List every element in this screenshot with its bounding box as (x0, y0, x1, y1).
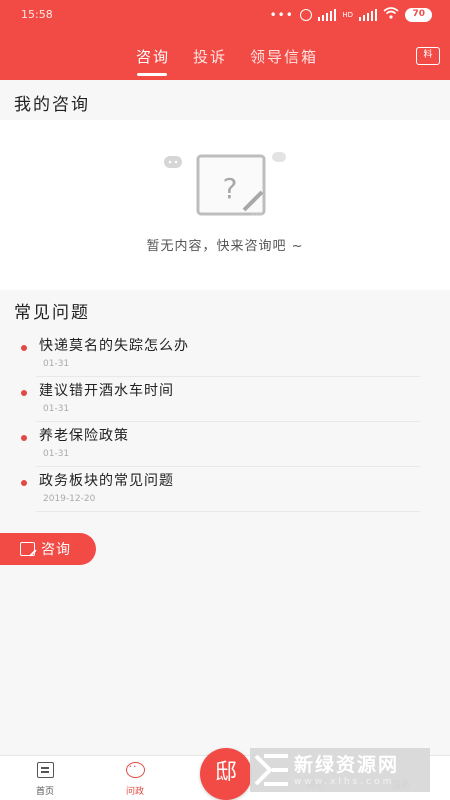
network-type: HD (342, 10, 353, 19)
faq-item-title: 建议错开酒水车时间 (39, 383, 174, 399)
consult-button[interactable]: 咨询 (0, 533, 96, 565)
faq-title: 常见问题 (14, 303, 90, 323)
tab-consult[interactable]: 咨询 (136, 46, 170, 67)
chat-icon (125, 760, 145, 778)
nav-home[interactable]: 首页 (25, 762, 65, 797)
consult-button-label: 咨询 (41, 542, 71, 558)
bullet-icon (21, 345, 27, 351)
watermark-logo-icon (254, 754, 288, 786)
empty-state-text: 暂无内容，快来咨询吧 ~ (146, 239, 304, 254)
battery-icon: 70 (405, 7, 432, 22)
tab-leader-mailbox[interactable]: 领导信箱 (250, 46, 318, 67)
faq-item[interactable]: 养老保险政策 01-31 (0, 422, 450, 467)
empty-state-card: ? 暂无内容，快来咨询吧 ~ (0, 120, 450, 290)
faq-item[interactable]: 政务板块的常见问题 2019-12-20 (0, 467, 450, 512)
faq-item-title: 快递莫名的失踪怎么办 (39, 338, 189, 354)
home-icon (36, 762, 54, 778)
divider (36, 511, 420, 512)
more-dots-icon: ••• (269, 7, 294, 22)
nav-politics-label: 问政 (125, 787, 144, 797)
signal-icon-2 (358, 8, 378, 21)
faq-list: 快递莫名的失踪怎么办 01-31 建议错开酒水车时间 01-31 养老保险政策 … (0, 332, 450, 512)
signal-icon (317, 8, 337, 21)
bullet-icon (21, 480, 27, 486)
status-time: 15:58 (21, 8, 53, 21)
alarm-icon (299, 8, 312, 21)
faq-item-date: 2019-12-20 (43, 494, 96, 504)
faq-item-date: 01-31 (43, 404, 70, 414)
faq-item-title: 养老保险政策 (39, 428, 129, 444)
edit-icon (20, 542, 35, 556)
tab-complaint[interactable]: 投诉 (193, 46, 227, 67)
my-consult-title: 我的咨询 (14, 95, 90, 115)
empty-state-illustration-icon: ? (164, 152, 286, 216)
nav-home-label: 首页 (35, 787, 54, 797)
center-action-button[interactable]: 邸 (200, 748, 252, 800)
status-bar: 15:58 ••• HD 70 (0, 0, 450, 32)
tab-indicator (137, 73, 167, 76)
status-icons: ••• HD 70 (270, 7, 432, 22)
bullet-icon (21, 435, 27, 441)
message-icon[interactable]: 料 (416, 47, 440, 65)
watermark-title: 新绿资源网 (294, 754, 400, 776)
faq-item[interactable]: 建议错开酒水车时间 01-31 (0, 377, 450, 422)
question-mark: ? (223, 172, 238, 205)
tab-bar: 咨询 投诉 领导信箱 料 (0, 40, 450, 80)
bullet-icon (21, 390, 27, 396)
wifi-icon (383, 7, 399, 22)
app-header: 15:58 ••• HD 70 咨询 投诉 领导信箱 料 (0, 0, 450, 80)
faq-item-date: 01-31 (43, 359, 70, 369)
nav-politics[interactable]: 问政 (115, 760, 155, 797)
watermark-url: www.xlhs.com (294, 777, 395, 787)
faq-item-title: 政务板块的常见问题 (39, 473, 174, 489)
watermark: 新绿资源网 www.xlhs.com (250, 748, 430, 792)
faq-item-date: 01-31 (43, 449, 70, 459)
faq-item[interactable]: 快递莫名的失踪怎么办 01-31 (0, 332, 450, 377)
